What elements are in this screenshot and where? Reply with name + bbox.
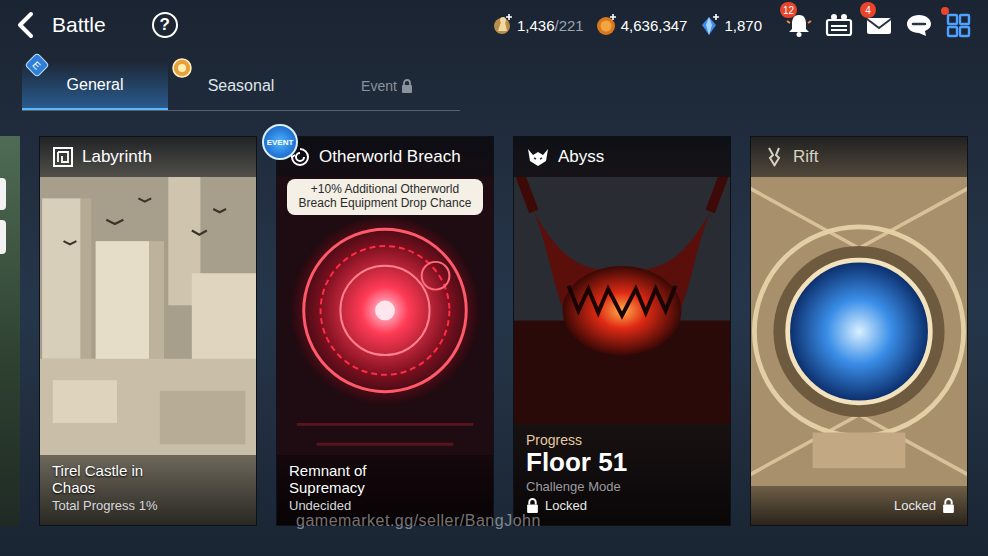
main-menu-grid-icon [944,11,974,39]
stage-name: Tirel Castle in Chaos [52,463,182,496]
event-badge: EVENT [262,124,298,160]
tab: Event [314,62,460,110]
card-title: Abyss [558,147,604,167]
card-title: Labyrinth [82,147,152,167]
crystal-icon [699,13,721,37]
watermark: gamemarket.gg/seller/BangJohn [296,512,541,530]
lock-icon [942,498,955,513]
labyrinth-card[interactable]: Labyrinth Tirel Castle in Chaos Total Prog… [39,136,257,526]
card-footer: Remnant of Supremacy Undecided [277,455,493,525]
card-footer: Locked [751,486,967,525]
tab-label: Event [361,78,397,94]
card-header: Abyss [514,137,730,177]
card-footer: ProgressFloor 51 Challenge Mode Locked [514,424,730,525]
resource-value: 4,636,347 [621,17,688,34]
card-artwork [751,177,967,486]
resource-max: /221 [555,17,584,34]
card-title: Rift [793,147,819,167]
alert-dot [941,7,949,15]
notification-badge: 4 [860,2,876,18]
notification-badge: 12 [780,2,797,18]
battle-screen: Battle?1,436/2214,636,3471,870124EGenera… [0,0,988,556]
card-artwork [40,177,256,455]
top-bar: Battle? 1,436/221 4,636,347 1,870 12 4 [0,0,988,50]
card-footer: Tirel Castle in Chaos Total Progress 1% [40,455,256,525]
previous-card-edge[interactable] [0,136,20,526]
content-card-list: Labyrinth Tirel Castle in Chaos Total Prog… [0,136,988,526]
card-header: Rift [751,137,967,177]
progress-label: Progress [526,432,582,448]
tab[interactable]: EGeneral [22,62,168,110]
help-button[interactable]: ? [152,12,178,38]
locked-status: Locked [894,498,955,513]
stamina-icon [492,13,514,37]
gold-coin-icon [596,13,618,37]
party-button[interactable] [824,10,854,40]
locked-label: Locked [894,498,936,513]
tab[interactable]: Seasonal [168,62,314,110]
card-header: Labyrinth [40,137,256,177]
screen-title: Battle [52,13,106,37]
rift-card[interactable]: Rift Locked [750,136,968,526]
lock-icon [401,79,413,93]
season-coin-icon [172,58,192,78]
bell-button[interactable]: 12 [784,10,814,40]
scroll-handle [0,220,6,254]
card-artwork [277,215,493,455]
tab-label: General [67,76,124,94]
bonus-tooltip: +10% Additional Otherworld Breach Equipm… [287,179,483,215]
card-detail: Total Progress 1% [52,498,158,513]
team-roster-icon [824,11,854,39]
tab-bar: EGeneral Seasonal Event [22,62,460,111]
stage-name: Remnant of Supremacy [289,463,419,496]
back-arrow-icon [14,11,36,39]
resource-counter[interactable]: 1,870 [699,13,762,37]
demon-head-icon [526,146,550,168]
abyss-card[interactable]: Abyss ProgressFloor 51 Challenge Mode Locke… [513,136,731,526]
mail-button[interactable]: 4 [864,10,894,40]
grid-button[interactable] [944,10,974,40]
breach-card[interactable]: EVENTOtherworld Breach+10% Additional Ot… [276,136,494,526]
card-detail: Undecided [289,498,351,513]
locked-status: Locked [526,498,587,513]
card-header: Otherworld Breach [277,137,493,177]
locked-label: Locked [545,498,587,513]
chat-button[interactable] [904,10,934,40]
chat-icon [904,11,934,39]
lock-icon [526,498,539,513]
maze-icon [52,146,74,168]
back-button[interactable] [14,11,44,39]
resource-value: 1,436/221 [517,17,584,34]
card-title: Otherworld Breach [319,147,461,167]
progress-value: Floor 51 [526,448,627,477]
rift-crack-icon [763,146,785,168]
card-artwork [514,177,730,424]
resource-value: 1,870 [724,17,762,34]
resource-counter[interactable]: 4,636,347 [596,13,688,37]
resource-counter[interactable]: 1,436/221 [492,13,584,37]
scroll-handle [0,178,6,210]
tab-badge: E [24,52,49,77]
card-detail: Challenge Mode [526,479,621,494]
tab-label: Seasonal [208,77,275,95]
